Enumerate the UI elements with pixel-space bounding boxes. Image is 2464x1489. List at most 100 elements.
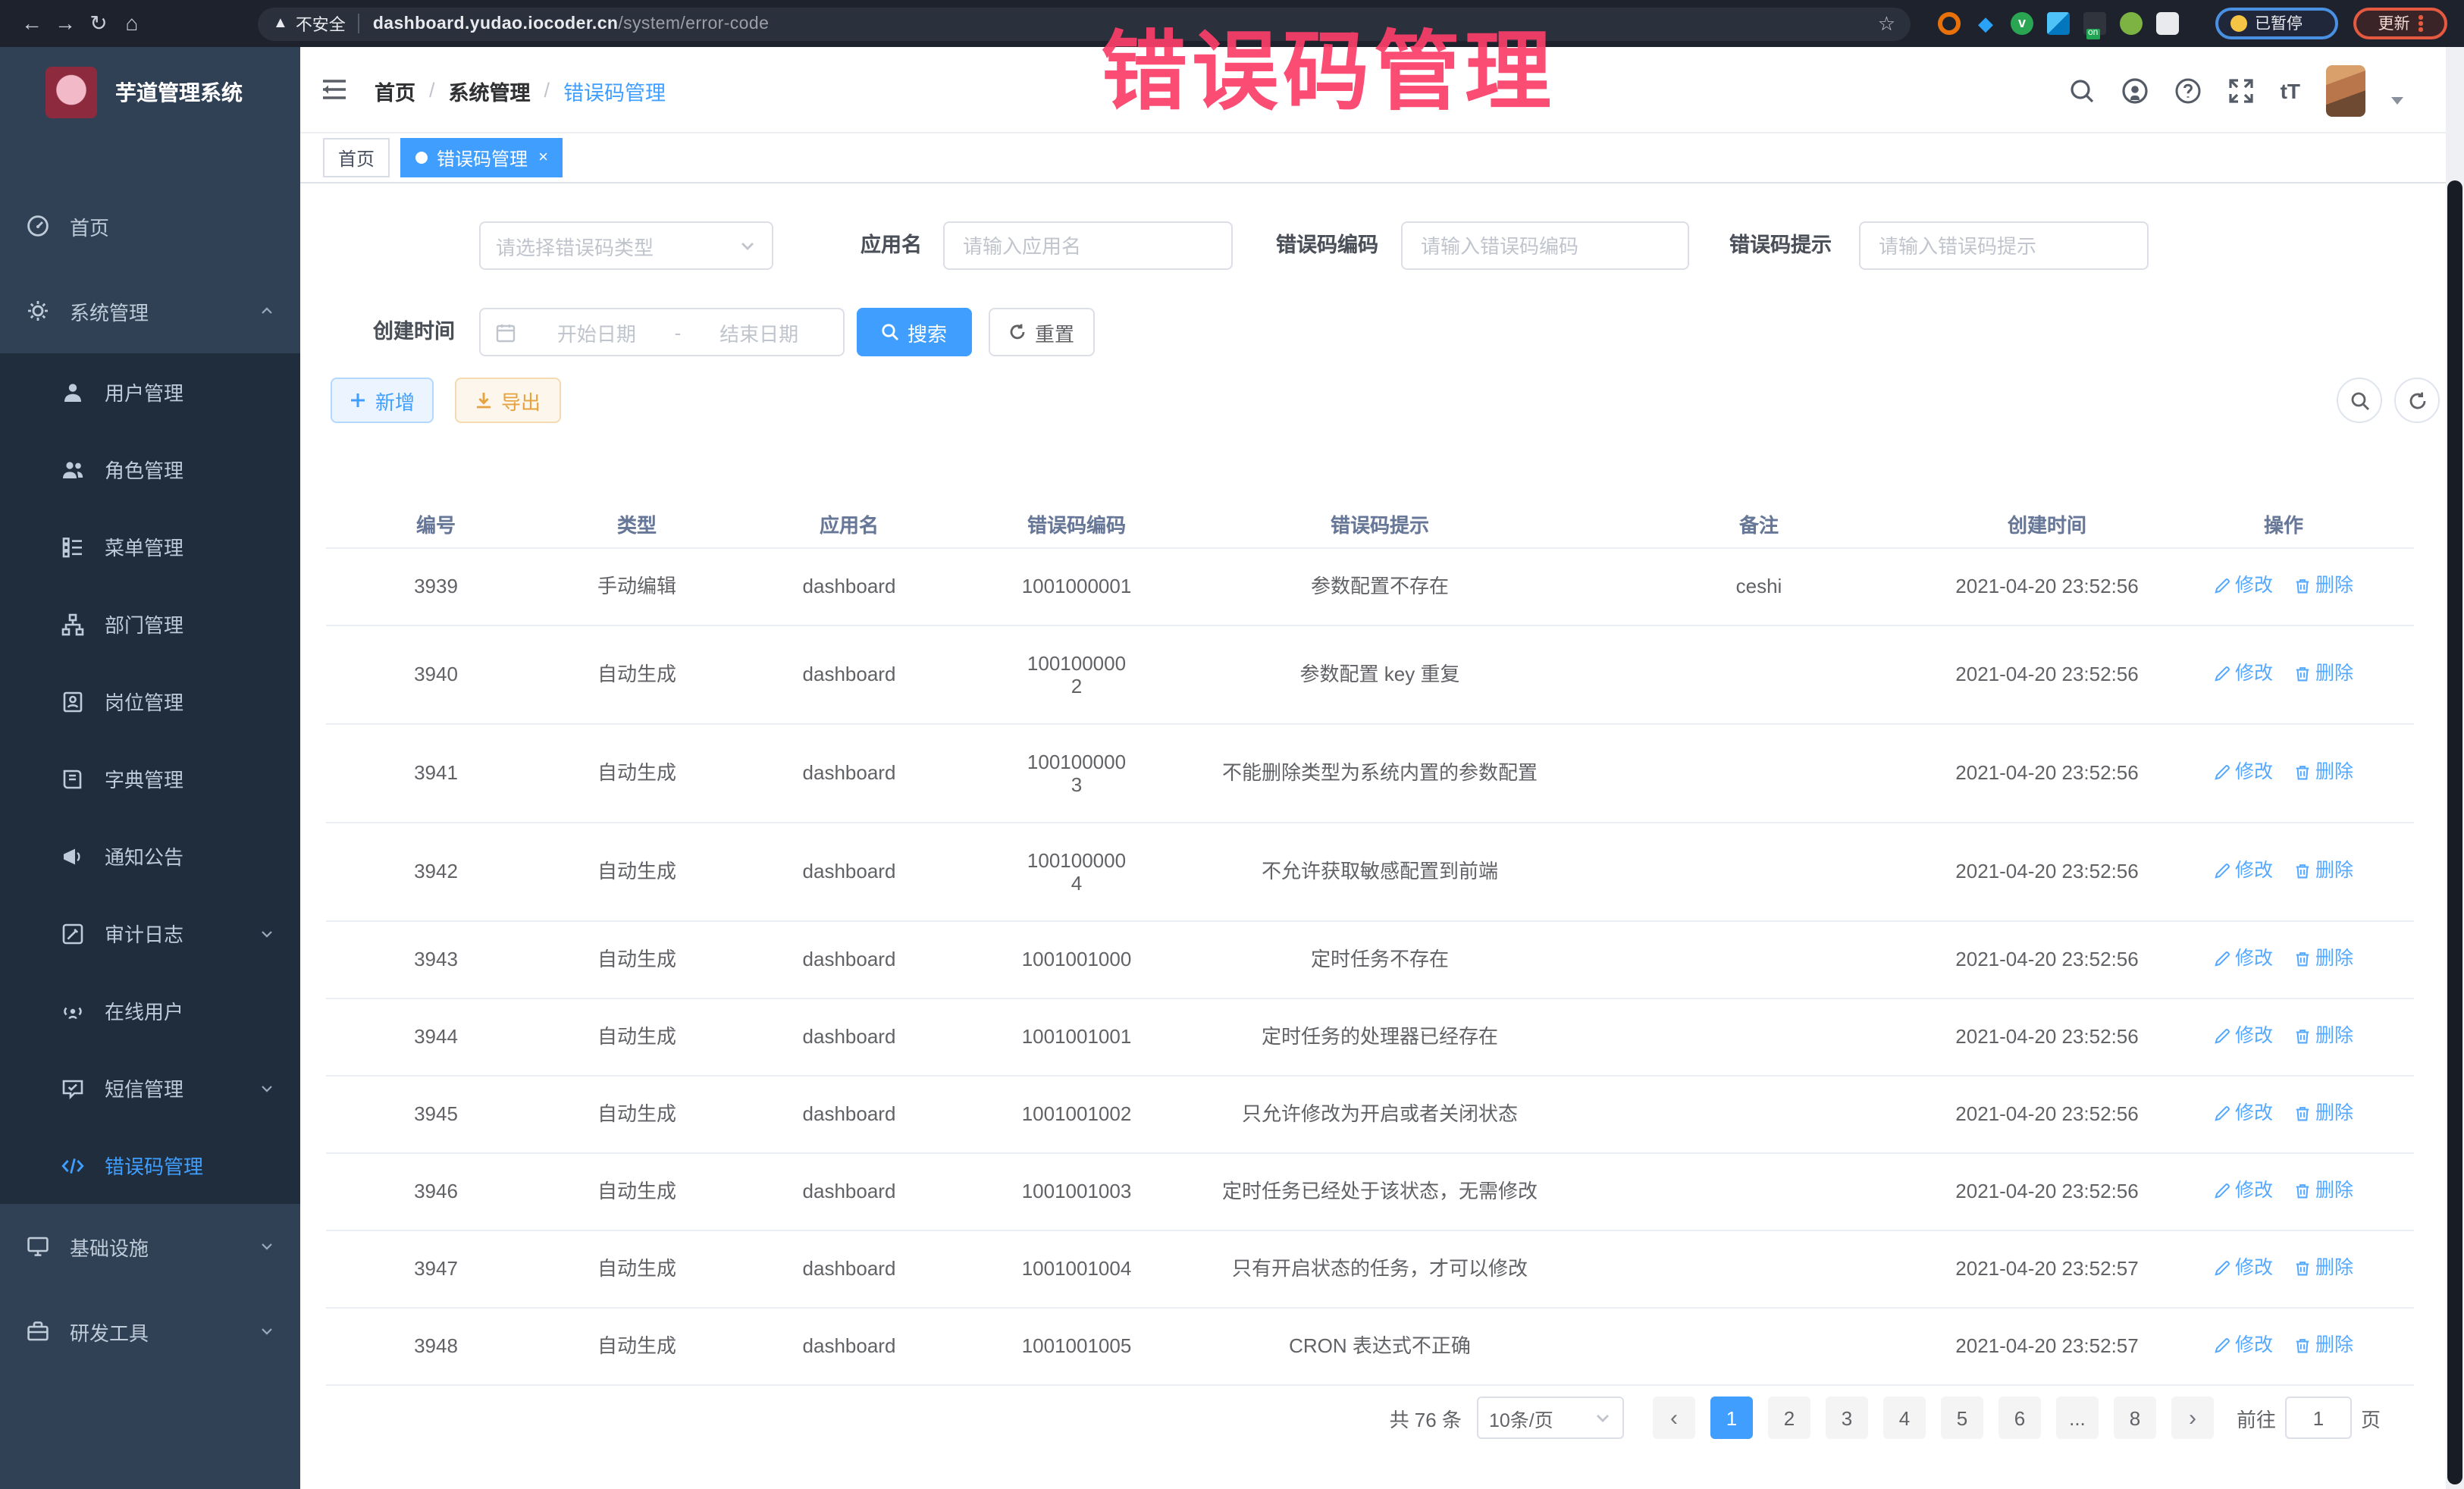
sidebar-item-menu[interactable]: 菜单管理 — [0, 508, 300, 585]
browser-forward-icon[interactable]: → — [49, 0, 82, 47]
cell-actions: 修改删除 — [2153, 1152, 2414, 1230]
help-icon[interactable] — [2174, 77, 2202, 104]
sidebar-item-errcode[interactable]: 错误码管理 — [0, 1127, 300, 1204]
delete-button[interactable]: 删除 — [2294, 1179, 2353, 1202]
app-name-input[interactable] — [943, 221, 1233, 270]
tab-首页[interactable]: 首页 — [323, 138, 390, 177]
chevron-down-icon — [258, 1322, 276, 1340]
sidebar-item-dept[interactable]: 部门管理 — [0, 585, 300, 663]
sidebar-item-role[interactable]: 角色管理 — [0, 431, 300, 508]
extensions-puzzle-icon[interactable] — [2156, 12, 2179, 35]
close-icon[interactable]: × — [538, 149, 548, 166]
page-button-5[interactable]: 5 — [1941, 1397, 1983, 1439]
sidebar-item-sms[interactable]: 短信管理 — [0, 1049, 300, 1127]
goto-page-input[interactable] — [2285, 1397, 2352, 1439]
avatar[interactable] — [2326, 64, 2365, 116]
cell-type: 自动生成 — [546, 723, 728, 822]
cell-remark — [1577, 1307, 1941, 1384]
sidebar-item-dict[interactable]: 字典管理 — [0, 740, 300, 817]
sidebar-item-online[interactable]: 在线用户 — [0, 972, 300, 1049]
address-bar[interactable]: ▲ 不安全 dashboard.yudao.iocoder.cn/system/… — [258, 7, 1911, 40]
edit-button[interactable]: 修改 — [2214, 947, 2273, 970]
delete-button[interactable]: 删除 — [2294, 662, 2353, 685]
add-button[interactable]: 新增 — [331, 378, 434, 423]
toggle-search-button[interactable] — [2337, 378, 2382, 423]
sidebar-item-audit[interactable]: 审计日志 — [0, 895, 300, 972]
errcode-code-input[interactable] — [1401, 221, 1689, 270]
page-ellipsis-button[interactable]: ... — [2056, 1397, 2099, 1439]
sidebar-logo-row[interactable]: 芋道管理系统 — [0, 47, 300, 138]
edit-button[interactable]: 修改 — [2214, 859, 2273, 882]
tab-错误码管理[interactable]: 错误码管理× — [400, 138, 563, 177]
next-page-button[interactable]: › — [2171, 1397, 2214, 1439]
cell-actions: 修改删除 — [2153, 822, 2414, 920]
delete-button[interactable]: 删除 — [2294, 947, 2353, 970]
browser-back-icon[interactable]: ← — [15, 0, 49, 47]
sidebar-item-user[interactable]: 用户管理 — [0, 353, 300, 431]
cell-id: 3942 — [326, 822, 546, 920]
edit-button[interactable]: 修改 — [2214, 1102, 2273, 1124]
page-button-8[interactable]: 8 — [2114, 1397, 2156, 1439]
delete-button[interactable]: 删除 — [2294, 1334, 2353, 1356]
sidebar-item-infra[interactable]: 基础设施 — [0, 1204, 300, 1289]
cell-time: 2021-04-20 23:52:56 — [1941, 822, 2153, 920]
hamburger-menu-icon[interactable] — [321, 77, 347, 102]
sidebar-item-devtool[interactable]: 研发工具 — [0, 1289, 300, 1374]
breadcrumb-item[interactable]: 首页 — [375, 75, 415, 105]
sidebar-item-notice[interactable]: 通知公告 — [0, 817, 300, 895]
export-button[interactable]: 导出 — [455, 378, 561, 423]
browser-refresh-icon[interactable]: ↻ — [82, 0, 115, 47]
edit-button[interactable]: 修改 — [2214, 1179, 2273, 1202]
date-range-picker[interactable]: 开始日期 - 结束日期 — [479, 308, 845, 356]
sidebar-item-system[interactable]: 系统管理 — [0, 268, 300, 353]
chevron-down-icon — [1594, 1409, 1612, 1427]
chevron-down-icon[interactable] — [2391, 97, 2403, 105]
page-scrollbar[interactable] — [2446, 47, 2464, 1489]
extension-cubes-icon[interactable] — [2047, 12, 2070, 35]
edit-button[interactable]: 修改 — [2214, 1024, 2273, 1047]
prev-page-button[interactable]: ‹ — [1653, 1397, 1695, 1439]
edit-button[interactable]: 修改 — [2214, 574, 2273, 597]
paused-chip[interactable]: 已暂停 — [2215, 8, 2338, 39]
breadcrumb-item[interactable]: 错误码管理 — [563, 75, 666, 105]
fullscreen-icon[interactable] — [2227, 77, 2255, 104]
refresh-table-button[interactable] — [2394, 378, 2440, 423]
extension-key-icon[interactable] — [2120, 12, 2143, 35]
edit-button[interactable]: 修改 — [2214, 662, 2273, 685]
extension-gem-icon[interactable]: ◆ — [1974, 12, 1997, 35]
breadcrumb-item[interactable]: 系统管理 — [449, 75, 531, 105]
delete-button[interactable]: 删除 — [2294, 1024, 2353, 1047]
page-button-1[interactable]: 1 — [1710, 1397, 1753, 1439]
browser-update-button[interactable]: 更新 — [2353, 8, 2447, 39]
font-size-icon[interactable]: tT — [2281, 77, 2300, 104]
errcode-type-select[interactable]: 请选择错误码类型 — [479, 221, 773, 270]
reset-button[interactable]: 重置 — [989, 308, 1095, 356]
cell-code: 1001001005 — [970, 1307, 1183, 1384]
extension-orange-icon[interactable] — [1938, 12, 1961, 35]
delete-button[interactable]: 删除 — [2294, 1102, 2353, 1124]
cell-msg: 参数配置 key 重复 — [1183, 625, 1577, 723]
delete-button[interactable]: 删除 — [2294, 574, 2353, 597]
page-button-3[interactable]: 3 — [1826, 1397, 1868, 1439]
delete-button[interactable]: 删除 — [2294, 1256, 2353, 1279]
delete-button[interactable]: 删除 — [2294, 760, 2353, 783]
sidebar-item-post[interactable]: 岗位管理 — [0, 663, 300, 740]
github-icon[interactable] — [2121, 77, 2149, 104]
delete-button[interactable]: 删除 — [2294, 859, 2353, 882]
edit-button[interactable]: 修改 — [2214, 1256, 2273, 1279]
page-button-2[interactable]: 2 — [1768, 1397, 1810, 1439]
page-button-6[interactable]: 6 — [1998, 1397, 2041, 1439]
errcode-msg-input[interactable] — [1859, 221, 2149, 270]
search-button[interactable]: 搜索 — [857, 308, 972, 356]
edit-button[interactable]: 修改 — [2214, 760, 2273, 783]
search-icon[interactable] — [2068, 77, 2096, 104]
scrollbar-thumb[interactable] — [2447, 180, 2462, 1484]
bookmark-star-icon[interactable]: ☆ — [1878, 11, 1895, 36]
page-size-select[interactable]: 10条/页 — [1477, 1397, 1624, 1439]
browser-home-icon[interactable]: ⌂ — [115, 0, 149, 47]
page-button-4[interactable]: 4 — [1883, 1397, 1926, 1439]
extension-switch-icon[interactable] — [2083, 12, 2106, 35]
edit-button[interactable]: 修改 — [2214, 1334, 2273, 1356]
sidebar-item-home[interactable]: 首页 — [0, 183, 300, 268]
extension-green-check-icon[interactable]: v — [2011, 12, 2033, 35]
